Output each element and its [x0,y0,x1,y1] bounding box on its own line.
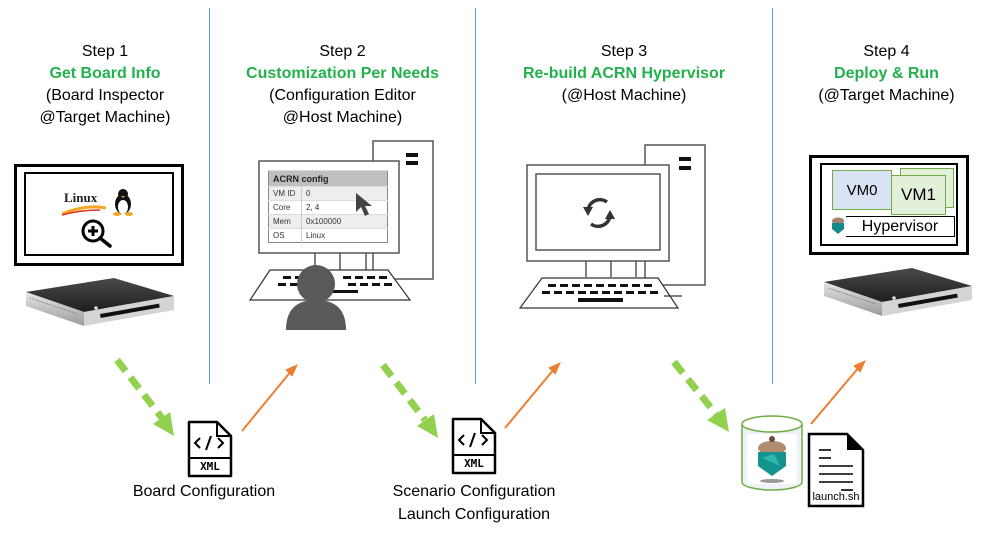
solid-arrow-image-to-step4 [810,360,866,425]
linux-swoosh-icon [61,205,107,216]
config-key: Core [268,200,302,215]
mouse-cursor-icon [356,193,372,216]
step-1-title: Get Board Info [49,65,161,82]
hypervisor-box: Hypervisor [846,216,955,237]
deploy-mini-pc-icon [824,268,972,316]
vm0-box: VM0 [832,170,892,210]
launch-script-label: launch.sh [812,491,860,503]
step-1-number: Step 1 [81,43,129,60]
vm0-label: VM0 [846,181,878,199]
acrn-logo-small-icon [832,217,844,234]
vm1-label: VM1 [901,185,936,204]
caption-line: Launch Configuration [397,506,551,523]
step-4-number: Step 4 [863,43,910,60]
config-key: Mem [268,214,302,229]
config-key: OS [268,228,302,243]
step-4-header: Step 4 Deploy & Run (@Target Machine) [773,41,1000,107]
config-key: VM ID [268,186,302,201]
step-1-subtitle-line: (Board Inspector [45,87,165,104]
user-person-icon [286,265,346,330]
step-1-subtitle-line: @Target Machine) [39,109,171,126]
acrn-hypervisor-image-icon [741,415,803,491]
board-configuration-caption: Board Configuration [104,480,304,503]
step-3-number: Step 3 [600,43,648,60]
step-3-title: Re-build ACRN Hypervisor [522,65,726,82]
step-2-header: Step 2 Customization Per Needs (Configur… [210,41,475,129]
step-2-title: Customization Per Needs [246,65,439,82]
step-2-subtitle-line: (Configuration Editor [269,87,416,104]
acrn-config-title: ACRN config [268,170,388,187]
step-4-subtitle-line: (@Target Machine) [818,87,955,104]
step-3-header: Step 3 Re-build ACRN Hypervisor (@Host M… [476,41,772,107]
scenario-xml-label: XML [464,457,484,470]
table-row: OS Linux [268,228,388,243]
solid-arrow-scenario-xml-to-step3 [504,362,561,429]
step-3-subtitle-line: (@Host Machine) [561,87,687,104]
config-value: Linux [301,228,388,243]
build-keyboard-icon [518,277,682,309]
dashed-arrow-step2-to-scenario-xml [380,362,438,438]
target-mini-pc-icon [26,278,174,326]
rebuild-refresh-icon [583,197,615,229]
tux-penguin-icon [113,189,133,216]
caption-line: Board Configuration [132,483,276,500]
step-4-title: Deploy & Run [834,65,939,82]
linux-logo: Linux [61,189,144,220]
solid-arrow-board-xml-to-step2 [241,364,298,432]
scenario-launch-configuration-caption: Scenario Configuration Launch Configurat… [364,480,584,526]
dashed-arrow-step3-to-image [671,359,729,432]
hypervisor-label: Hypervisor [861,218,939,235]
step-2-subtitle-line: @Host Machine) [282,109,403,126]
dashed-arrow-step1-to-board-xml [114,357,174,436]
step-2-number: Step 2 [319,43,366,60]
magnifier-zoom-in-icon [81,219,112,248]
step-1-header: Step 1 Get Board Info (Board Inspector @… [0,41,210,129]
vm1-box: VM1 [891,175,946,215]
caption-line: Scenario Configuration [392,483,556,500]
board-xml-label: XML [200,460,220,473]
